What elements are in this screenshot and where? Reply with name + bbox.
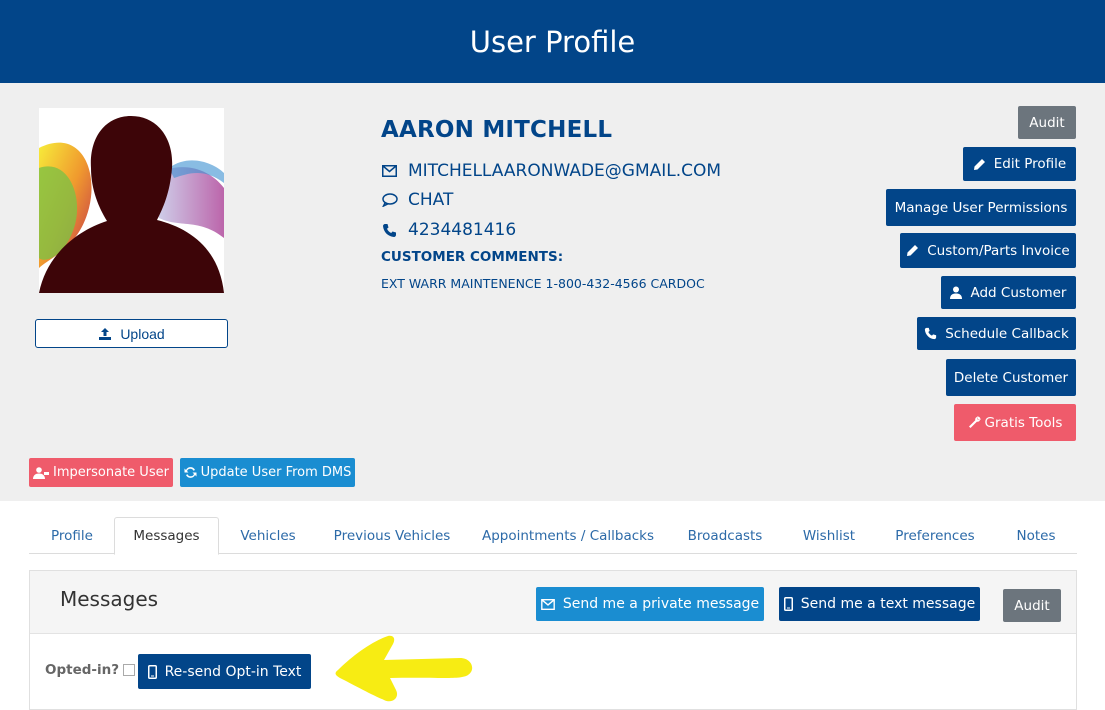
messages-audit-label: Audit [1014, 597, 1050, 614]
profile-panel: Upload AARON MITCHELL MITCHELLAARONWADE@… [0, 83, 1105, 501]
phone-link[interactable]: 4234481416 [408, 220, 516, 240]
audit-button[interactable]: Audit [1018, 106, 1076, 139]
audit-label: Audit [1029, 114, 1065, 131]
schedule-callback-label: Schedule Callback [945, 325, 1069, 342]
manage-permissions-label: Manage User Permissions [894, 199, 1068, 216]
page-header: User Profile [0, 0, 1105, 83]
tab-label: Broadcasts [687, 527, 763, 544]
wrench-icon [968, 416, 981, 428]
pencil-icon [973, 158, 985, 170]
tab-preferences[interactable]: Preferences [885, 517, 985, 554]
user-icon [950, 286, 963, 299]
messages-audit-button[interactable]: Audit [1003, 589, 1061, 622]
tab-label: Preferences [895, 527, 975, 544]
gratis-tools-button[interactable]: Gratis Tools [954, 404, 1076, 441]
upload-label: Upload [120, 325, 165, 342]
opted-in-field: Opted-in? [45, 662, 136, 678]
delete-customer-button[interactable]: Delete Customer [946, 359, 1076, 396]
phone-line[interactable]: 4234481416 [381, 220, 516, 240]
phone-icon [381, 223, 398, 238]
manage-user-permissions-button[interactable]: Manage User Permissions [886, 189, 1076, 226]
page-title: User Profile [469, 24, 636, 59]
tab-label: Appointments / Callbacks [481, 527, 655, 544]
custom-parts-invoice-label: Custom/Parts Invoice [927, 242, 1070, 259]
tab-profile[interactable]: Profile [37, 517, 107, 554]
tab-appointments-callbacks[interactable]: Appointments / Callbacks [476, 517, 660, 554]
tab-label: Vehicles [240, 527, 296, 544]
upload-icon [99, 327, 112, 340]
tab-broadcasts[interactable]: Broadcasts [677, 517, 773, 554]
send-text-message-label: Send me a text message [800, 596, 976, 612]
messages-panel: Messages Send me a private message Send … [29, 570, 1077, 710]
messages-title: Messages [60, 587, 159, 611]
add-customer-button[interactable]: Add Customer [941, 276, 1076, 309]
resend-opt-in-text-button[interactable]: Re-send Opt-in Text [138, 654, 311, 689]
add-customer-label: Add Customer [970, 284, 1067, 301]
tab-wishlist[interactable]: Wishlist [791, 517, 867, 554]
send-text-message-button[interactable]: Send me a text message [779, 587, 980, 621]
user-secret-icon [33, 466, 50, 479]
profile-tabs: Profile Messages Vehicles Previous Vehic… [29, 517, 1077, 555]
opted-in-label: Opted-in? [45, 662, 120, 678]
refresh-icon [184, 467, 197, 478]
custom-parts-invoice-button[interactable]: Custom/Parts Invoice [900, 233, 1076, 268]
yellow-arrow-annotation-icon [335, 635, 473, 702]
phone-icon [925, 327, 937, 340]
tab-vehicles[interactable]: Vehicles [227, 517, 309, 554]
tab-notes[interactable]: Notes [1003, 517, 1069, 554]
mobile-phone-icon [783, 597, 793, 611]
customer-name: AARON MITCHELL [381, 117, 613, 143]
envelope-icon [381, 165, 398, 177]
email-link[interactable]: MITCHELLAARONWADE@GMAIL.COM [408, 161, 721, 181]
pencil-icon [907, 245, 919, 256]
update-user-from-dms-label: Update User From DMS [200, 465, 352, 480]
delete-customer-label: Delete Customer [953, 369, 1069, 386]
tab-label: Notes [1016, 527, 1056, 544]
send-private-message-button[interactable]: Send me a private message [536, 587, 764, 621]
envelope-icon [540, 598, 555, 610]
tab-label: Profile [51, 527, 93, 544]
edit-profile-label: Edit Profile [993, 156, 1067, 172]
impersonate-user-button[interactable]: Impersonate User [29, 458, 173, 487]
customer-comments-label: CUSTOMER COMMENTS: [381, 249, 564, 265]
impersonate-user-label: Impersonate User [53, 465, 169, 480]
chat-bubble-icon [381, 193, 398, 207]
update-user-from-dms-button[interactable]: Update User From DMS [180, 458, 355, 487]
edit-profile-button[interactable]: Edit Profile [963, 147, 1076, 181]
messages-header: Messages Send me a private message Send … [30, 571, 1076, 634]
opted-in-checkbox[interactable] [123, 664, 136, 676]
chat-link[interactable]: CHAT [408, 190, 453, 210]
send-private-message-label: Send me a private message [562, 596, 760, 612]
email-line[interactable]: MITCHELLAARONWADE@GMAIL.COM [381, 161, 721, 181]
tab-label: Wishlist [802, 527, 856, 544]
tab-label: Previous Vehicles [333, 527, 451, 544]
avatar-silhouette-icon [39, 108, 224, 293]
tab-label: Messages [133, 528, 200, 544]
customer-comments-text: EXT WARR MAINTENENCE 1-800-432-4566 CARD… [381, 276, 705, 291]
tab-previous-vehicles[interactable]: Previous Vehicles [325, 517, 459, 554]
gratis-tools-label: Gratis Tools [984, 414, 1063, 431]
upload-button[interactable]: Upload [35, 319, 228, 348]
tab-messages[interactable]: Messages [114, 517, 219, 555]
mobile-phone-icon [147, 664, 157, 679]
resend-opt-in-text-label: Re-send Opt-in Text [164, 663, 302, 680]
chat-line[interactable]: CHAT [381, 190, 453, 210]
avatar [39, 108, 224, 293]
schedule-callback-button[interactable]: Schedule Callback [917, 317, 1076, 350]
